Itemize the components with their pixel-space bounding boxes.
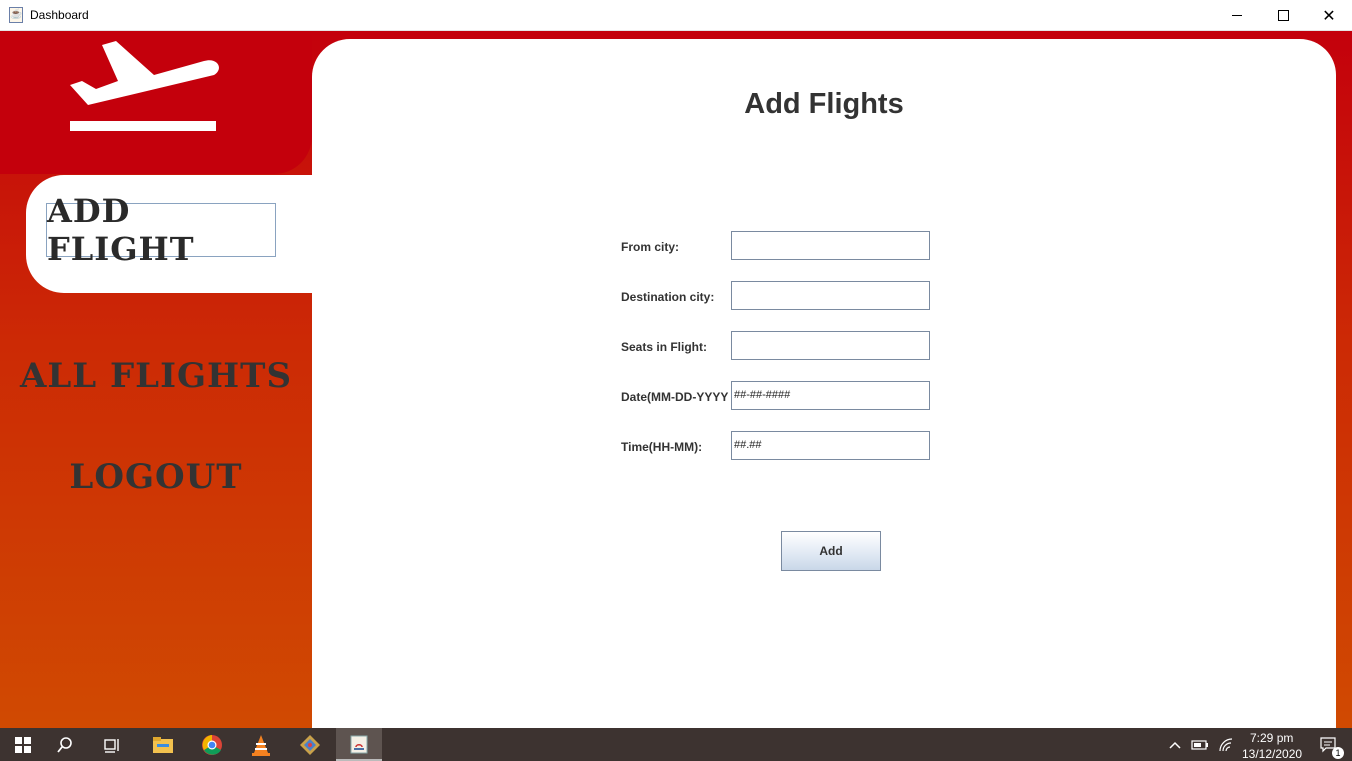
clock-time[interactable]: 7:29 pm	[1250, 731, 1293, 745]
maximize-button[interactable]	[1260, 0, 1306, 31]
java-app-taskbar-icon[interactable]	[336, 728, 382, 761]
vlc-icon[interactable]	[238, 728, 284, 761]
java-app-icon: ☕	[9, 7, 23, 23]
close-button[interactable]: ✕	[1306, 0, 1352, 31]
maximize-icon	[1277, 10, 1289, 21]
window-title: Dashboard	[30, 8, 89, 22]
minimize-icon	[1232, 15, 1242, 16]
windows-start-icon[interactable]	[0, 728, 46, 761]
chrome-icon[interactable]	[189, 728, 235, 761]
notification-count-badge: 1	[1332, 747, 1344, 759]
time-label: Time(HH-MM):	[621, 440, 703, 454]
notifications-icon[interactable]: 1	[1312, 728, 1346, 761]
taskbar: 7:29 pm 13/12/2020 1	[0, 728, 1352, 761]
minimize-button[interactable]	[1214, 0, 1260, 31]
battery-icon[interactable]	[1188, 728, 1212, 761]
app-window: ADD FLIGHT ALL FLIGHTS LOGOUT Add Flight…	[0, 31, 1352, 728]
git-tool-icon[interactable]	[287, 728, 333, 761]
sidebar-header	[0, 31, 312, 174]
sidebar-item-add-flight[interactable]: ADD FLIGHT	[26, 175, 326, 293]
destination-city-input[interactable]	[731, 281, 930, 310]
from-city-input[interactable]	[731, 231, 930, 260]
from-city-label: From city:	[621, 240, 680, 254]
task-view-icon[interactable]	[90, 728, 136, 761]
seats-input[interactable]	[731, 331, 930, 360]
time-input[interactable]: ##.##	[731, 431, 930, 460]
file-explorer-icon[interactable]	[140, 728, 186, 761]
date-input[interactable]: ##-##-####	[731, 381, 930, 410]
destination-city-label: Destination city:	[621, 290, 715, 304]
airplane-departure-icon	[58, 33, 226, 141]
add-button[interactable]: Add	[781, 531, 881, 571]
main-content-panel: Add Flights From city: Destination city:…	[312, 39, 1336, 728]
chevron-up-icon[interactable]	[1164, 728, 1186, 761]
seats-label: Seats in Flight:	[621, 340, 708, 354]
wifi-icon[interactable]	[1214, 728, 1238, 761]
search-icon[interactable]	[42, 728, 88, 761]
sidebar-item-logout[interactable]: LOGOUT	[0, 457, 312, 497]
date-label: Date(MM-DD-YYYY	[621, 390, 729, 404]
sidebar-item-all-flights[interactable]: ALL FLIGHTS	[0, 356, 312, 396]
close-icon: ✕	[1322, 6, 1336, 25]
sidebar-item-add-flight-label: ADD FLIGHT	[46, 192, 276, 268]
page-title: Add Flights	[744, 88, 904, 120]
clock-date[interactable]: 13/12/2020	[1242, 747, 1302, 761]
window-title-bar: ☕ Dashboard ✕	[0, 0, 1352, 31]
